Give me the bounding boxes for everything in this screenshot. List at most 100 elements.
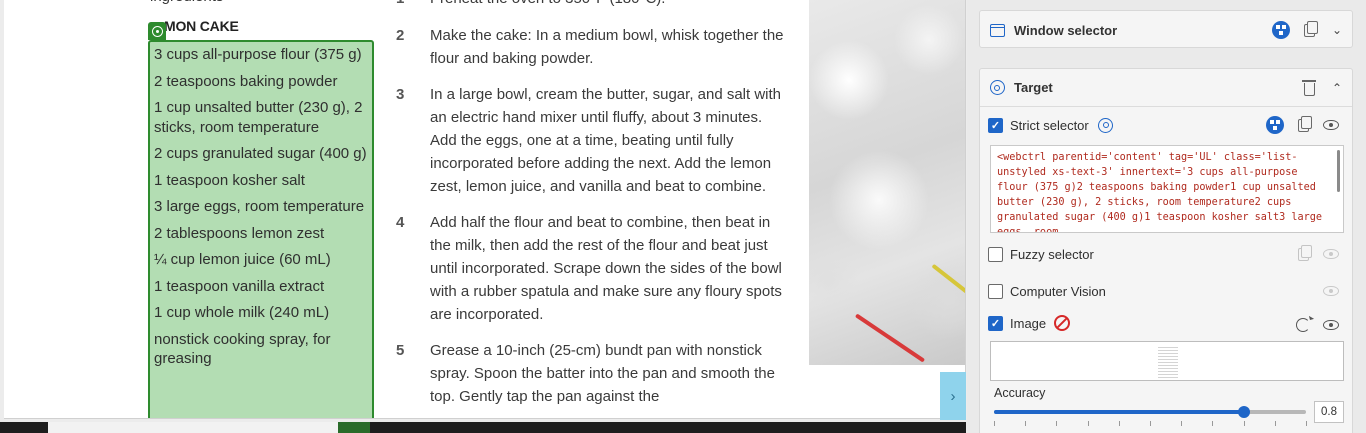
trash-icon[interactable] [1300,79,1318,97]
image-preview [990,341,1344,381]
eye-icon[interactable] [1322,282,1340,300]
image-label: Image [1010,315,1047,331]
accuracy-value-input[interactable]: 0.8 [1314,401,1344,423]
chevron-up-icon[interactable]: ⌃ [1328,79,1346,97]
fuzzy-selector-row: Fuzzy selector [988,243,1094,265]
expand-panel-button[interactable]: › [940,372,966,420]
accuracy-tick [994,421,995,426]
ingredient-item: 3 large eggs, room temperature [154,198,365,215]
target-card: Target ⌃ ✓ Strict selector <webctrl pare… [979,68,1353,433]
step-text: Preheat the oven to 350°F (180°C). [430,0,665,7]
chevron-right-icon: › [950,387,956,405]
image-thumbnail [1158,345,1178,378]
chevron-down-icon[interactable]: ⌄ [1328,21,1346,39]
computer-vision-label: Computer Vision [1010,283,1106,299]
target-icon[interactable] [1097,116,1115,134]
computer-vision-actions [1322,280,1340,302]
selector-editor-icon[interactable] [1272,21,1290,39]
ingredients-heading: ingredients [150,0,223,5]
strict-selector-label: Strict selector [1010,117,1089,133]
accuracy-tick [1243,421,1245,426]
step-text: Grease a 10-inch (25-cm) bundt pan with … [430,342,775,405]
step-number: 3 [396,86,405,104]
photo-detail [854,313,926,363]
instruction-step: 4 Add half the flour and beat to combine,… [396,212,788,326]
step-number: 5 [396,342,405,360]
strict-selector-actions [1266,114,1340,136]
target-highlight-badge [148,22,166,40]
target-title: Target [1014,80,1053,95]
strict-selector-checkbox[interactable]: ✓ [988,117,1003,133]
target-icon [988,79,1006,97]
recipe-section-title: MON CAKE [164,18,239,34]
window-selector-card: Window selector ⌄ [979,10,1353,48]
step-number: 1 [396,0,404,11]
step-text: In a large bowl, cream the butter, sugar… [430,86,782,195]
accuracy-tick [1056,421,1058,426]
eye-icon[interactable] [1322,245,1340,263]
copy-icon[interactable] [1294,244,1312,263]
accuracy-tick [1118,421,1120,426]
image-actions [1294,314,1340,336]
accuracy-tick [1150,421,1151,426]
window-icon [988,21,1006,39]
instructions-list: 1 Preheat the oven to 350°F (180°C). 2 Make… [396,0,788,418]
eye-icon[interactable] [1322,116,1340,134]
ingredients-list-highlighted[interactable]: 3 cups all-purpose flour (375 g) 2 teaspo… [148,40,374,418]
ingredient-item: 2 teaspoons baking powder [154,72,338,90]
accuracy-tick [1087,421,1089,426]
ingredient-item: 3 cups all-purpose flour (375 g) [154,46,362,63]
accuracy-label: Accuracy [994,386,1046,400]
taskbar-search[interactable] [48,422,338,433]
refresh-icon[interactable] [1294,316,1312,334]
computer-vision-row: Computer Vision [988,280,1106,302]
fuzzy-selector-label: Fuzzy selector [1010,246,1094,262]
strict-selector-row: ✓ Strict selector [988,114,1115,136]
instruction-step: 5 Grease a 10-inch (25-cm) bundt pan with… [396,340,788,408]
ingredient-item: 1 cup unsalted butter (230 g), 2 sticks,… [154,99,363,136]
instruction-step: 1 Preheat the oven to 350°F (180°C). [396,0,788,11]
target-header[interactable]: Target ⌃ [980,69,1352,107]
accuracy-tick [1181,421,1183,426]
computer-vision-checkbox[interactable] [988,283,1003,299]
step-text: Add half the flour and beat to combine, … [430,214,782,323]
photo-detail [931,263,965,301]
image-row: ✓ Image [988,312,1071,334]
ingredient-item: 1 cup whole milk (240 mL) [154,304,330,321]
fuzzy-selector-checkbox[interactable] [988,246,1003,262]
fuzzy-selector-actions [1294,243,1340,265]
selector-editor-icon[interactable] [1266,116,1284,134]
accuracy-tick [1274,421,1276,426]
accuracy-tick [1212,421,1214,426]
window-selector-title: Window selector [1014,22,1118,38]
step-text: Make the cake: In a medium bowl, whisk t… [430,26,784,67]
ingredient-item: 2 tablespoons lemon zest [154,224,325,242]
ingredient-item: 1 teaspoon kosher salt [154,171,305,189]
copy-icon[interactable] [1300,20,1318,39]
instruction-step: 2 Make the cake: In a medium bowl, whisk … [396,25,788,71]
step-number: 4 [396,214,405,232]
prohibited-icon[interactable] [1054,315,1071,331]
instruction-step: 3 In a large bowl, cream the butter, suga… [396,84,788,198]
image-checkbox[interactable]: ✓ [988,315,1003,331]
recipe-photo [809,0,965,365]
ingredient-item: nonstick cooking spray, for greasing [154,330,331,368]
accuracy-tick [1025,421,1027,426]
eye-icon[interactable] [1322,316,1340,334]
browser-page: ingredients MON CAKE 3 cups all-purpose … [4,0,966,419]
accuracy-ticks [994,421,1307,427]
copy-icon[interactable] [1294,115,1312,134]
accuracy-slider-fill [994,410,1244,414]
target-icon [151,25,163,37]
ingredient-item: 2 cups granulated sugar (400 g) [154,145,367,162]
accuracy-slider[interactable] [994,406,1306,418]
window-selector-header[interactable]: Window selector ⌄ [980,11,1352,49]
taskbar-app[interactable] [338,422,370,433]
ingredient-item: ¼ cup lemon juice (60 mL) [154,251,331,268]
ingredient-item: 1 teaspoon vanilla extract [154,277,325,295]
taskbar [0,422,966,433]
accuracy-tick [1306,421,1307,426]
strict-selector-code[interactable]: <webctrl parentid='content' tag='UL' cla… [990,145,1344,233]
accuracy-slider-handle[interactable] [1237,406,1250,418]
selector-panel: Window selector ⌄ Target ⌃ ✓ Strict sele… [967,0,1366,433]
